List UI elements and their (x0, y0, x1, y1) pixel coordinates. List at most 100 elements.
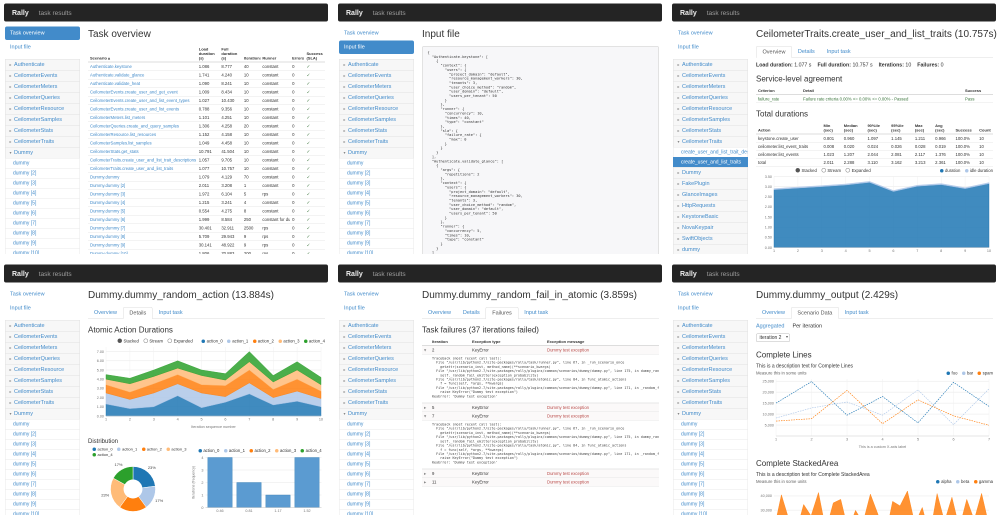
sidebar-scenario-dummy-8[interactable]: dummy [8] (339, 489, 414, 500)
scenario-link[interactable]: Dummy.dummy [8] (88, 232, 197, 241)
sidebar-scenario-dummy-6[interactable]: dummy [6] (339, 469, 414, 480)
sidebar-group-ceilometermeters[interactable]: ▸CeilometerMeters (673, 342, 748, 354)
sidebar-scenario-dummy-4[interactable]: dummy [4] (339, 188, 414, 199)
sidebar-group-ceilometerresource[interactable]: ▸CeilometerResource (339, 364, 414, 376)
sidebar-scenario-dummy-2[interactable]: dummy [2] (5, 168, 80, 179)
sidebar-group-ceilometerevents[interactable]: ▸CeilometerEvents (673, 331, 748, 343)
sidebar-group-ceilometermeters[interactable]: ▸CeilometerMeters (673, 81, 748, 93)
radio-expanded-icon[interactable] (846, 168, 851, 173)
sidebar-scenario-dummy-3[interactable]: dummy [3] (5, 178, 80, 189)
sidebar-scenario-dummy-3[interactable]: dummy [3] (339, 439, 414, 450)
sidebar-group-ceilometerevents[interactable]: ▸CeilometerEvents (5, 331, 80, 343)
sidebar-scenario-create-user-and-list-traits[interactable]: create_user_and_list_traits (673, 157, 748, 168)
sidebar-group-dummy[interactable]: ▸dummy (673, 244, 748, 254)
sidebar-group-glanceimages[interactable]: ▸GlanceImages (673, 189, 748, 201)
sidebar-group-ceilometerqueries[interactable]: ▸CeilometerQueries (339, 92, 414, 104)
sidebar-group-ceilometersamples[interactable]: ▸CeilometerSamples (673, 114, 748, 126)
legend-item-action-2[interactable]: action_2 (253, 339, 274, 344)
scenario-link[interactable]: Dummy.dummy [5] (88, 207, 197, 216)
sidebar-scenario-dummy-7[interactable]: dummy [7] (339, 218, 414, 229)
sidebar-group-ceilometerstats[interactable]: ▸CeilometerStats (5, 125, 80, 137)
sidebar-group-authenticate[interactable]: ▸Authenticate (339, 320, 414, 332)
sidebar-group-ceilometerqueries[interactable]: ▸CeilometerQueries (339, 353, 414, 365)
legend-item-spam[interactable]: spam (978, 371, 993, 376)
sidebar-scenario-dummy-5[interactable]: dummy [5] (5, 198, 80, 209)
sidebar-scenario-dummy-10[interactable]: dummy [10] (673, 509, 748, 515)
legend-item-duration[interactable]: duration (940, 168, 960, 173)
sidebar-group-dummy[interactable]: ▾Dummy (5, 408, 80, 420)
caret-right-icon[interactable]: ▸ (422, 403, 430, 412)
sidebar-group-ceilometerqueries[interactable]: ▸CeilometerQueries (5, 92, 80, 104)
tab-input-task[interactable]: Input task (839, 307, 875, 319)
navbar-item[interactable]: task results (707, 9, 740, 17)
chart-mode-expanded[interactable]: Expanded (174, 339, 193, 344)
sidebar-nav-task-overview[interactable]: Task overview (673, 288, 748, 302)
sidebar-group-authenticate[interactable]: ▸Authenticate (673, 59, 748, 71)
sidebar-group-ceilometerevents[interactable]: ▸CeilometerEvents (339, 331, 414, 343)
scenario-link[interactable]: Dummy.dummy [2] (88, 181, 197, 190)
sidebar-scenario-dummy-3[interactable]: dummy [3] (5, 439, 80, 450)
input-file-code[interactable]: { "Authenticate.keystone": [ { "context"… (422, 46, 659, 254)
tab-details[interactable]: Details (457, 307, 486, 319)
legend-item-action-2[interactable]: action_2 (249, 448, 270, 453)
sidebar-scenario-dummy-2[interactable]: dummy [2] (5, 429, 80, 440)
navbar-brand[interactable]: Rally (346, 270, 363, 278)
tab-overview[interactable]: Overview (756, 46, 792, 58)
legend-item-beta[interactable]: beta (956, 479, 969, 484)
sidebar-scenario-dummy-3[interactable]: dummy [3] (339, 178, 414, 189)
radio-stacked-icon[interactable] (796, 168, 801, 173)
tab-failures[interactable]: Failures (486, 307, 519, 319)
radio-expanded-icon[interactable] (168, 339, 173, 344)
legend-item-action-0[interactable]: action_0 (202, 339, 223, 344)
chart-mode-stream[interactable]: Stream (827, 168, 841, 173)
sidebar-group-ceilometerstats[interactable]: ▸CeilometerStats (339, 125, 414, 137)
failure-row[interactable]: ▸11KeyErrorDummy test exception (422, 478, 659, 487)
sidebar-scenario-dummy-7[interactable]: dummy [7] (673, 479, 748, 490)
sidebar-nav-task-overview[interactable]: Task overview (5, 288, 80, 302)
navbar-item[interactable]: task results (39, 9, 72, 17)
scenario-link[interactable]: CeilometerTraits.create_user_and_list_tr… (88, 164, 197, 173)
navbar-brand[interactable]: Rally (680, 270, 697, 278)
radio-stacked-icon[interactable] (118, 339, 123, 344)
scenario-link[interactable]: Dummy.dummy [6] (88, 215, 197, 224)
caret-right-icon[interactable]: ▸ (422, 469, 430, 478)
failure-row[interactable]: ▾7KeyErrorDummy test exception (422, 412, 659, 421)
sidebar-scenario-dummy[interactable]: dummy (339, 158, 414, 169)
subnav-per-iteration[interactable]: Per iteration (792, 323, 822, 329)
caret-down-icon[interactable]: ▾ (422, 412, 430, 421)
sidebar-scenario-dummy-7[interactable]: dummy [7] (5, 218, 80, 229)
legend-item-gamma[interactable]: gamma (974, 479, 993, 484)
sidebar-scenario-dummy[interactable]: dummy (339, 419, 414, 430)
scenario-link[interactable]: Dummy.dummy [3] (88, 190, 197, 199)
sidebar-group-fakeplugin[interactable]: ▸FakePlugin (673, 178, 748, 190)
chart-mode-stream[interactable]: Stream (149, 339, 163, 344)
sidebar-group-ceilometerevents[interactable]: ▸CeilometerEvents (673, 70, 748, 82)
sidebar-group-ceilometerresource[interactable]: ▸CeilometerResource (673, 364, 748, 376)
navbar-item[interactable]: task results (39, 270, 72, 278)
sidebar-group-authenticate[interactable]: ▸Authenticate (5, 59, 80, 71)
sidebar-group-authenticate[interactable]: ▸Authenticate (673, 320, 748, 332)
scenario-link[interactable]: Authenticate.validate_glance (88, 71, 197, 80)
sidebar-group-ceilometersamples[interactable]: ▸CeilometerSamples (339, 375, 414, 387)
legend-item-foo[interactable]: foo (947, 371, 958, 376)
sidebar-scenario-create-user-and-list-trait-descriptions[interactable]: create_user_and_list_trait_descriptions (673, 147, 748, 158)
radio-stream-icon[interactable] (821, 168, 826, 173)
sidebar-group-dummy[interactable]: ▾Dummy (673, 408, 748, 420)
legend-item-action-3[interactable]: action_3 (278, 339, 299, 344)
sidebar-group-keystonebasic[interactable]: ▸KeystoneBasic (673, 211, 748, 223)
sidebar-group-ceilometertraits[interactable]: ▾CeilometerTraits (673, 136, 748, 148)
sidebar-scenario-dummy-8[interactable]: dummy [8] (673, 489, 748, 500)
tab-details[interactable]: Details (792, 46, 821, 58)
navbar-brand[interactable]: Rally (12, 270, 29, 278)
tab-input-task[interactable]: Input task (153, 307, 189, 319)
failure-row[interactable]: ▸5KeyErrorDummy test exception (422, 403, 659, 412)
sidebar-scenario-dummy-4[interactable]: dummy [4] (5, 188, 80, 199)
chart-mode-expanded[interactable]: Expanded (852, 168, 871, 173)
sidebar-scenario-dummy-9[interactable]: dummy [9] (339, 499, 414, 510)
sidebar-scenario-dummy-10[interactable]: dummy [10] (5, 509, 80, 515)
sidebar-group-authenticate[interactable]: ▸Authenticate (5, 320, 80, 332)
navbar-item[interactable]: task results (707, 270, 740, 278)
legend-item-alpha[interactable]: alpha (936, 479, 951, 484)
sidebar-scenario-dummy-2[interactable]: dummy [2] (673, 429, 748, 440)
sidebar-group-ceilometerstats[interactable]: ▸CeilometerStats (5, 386, 80, 398)
